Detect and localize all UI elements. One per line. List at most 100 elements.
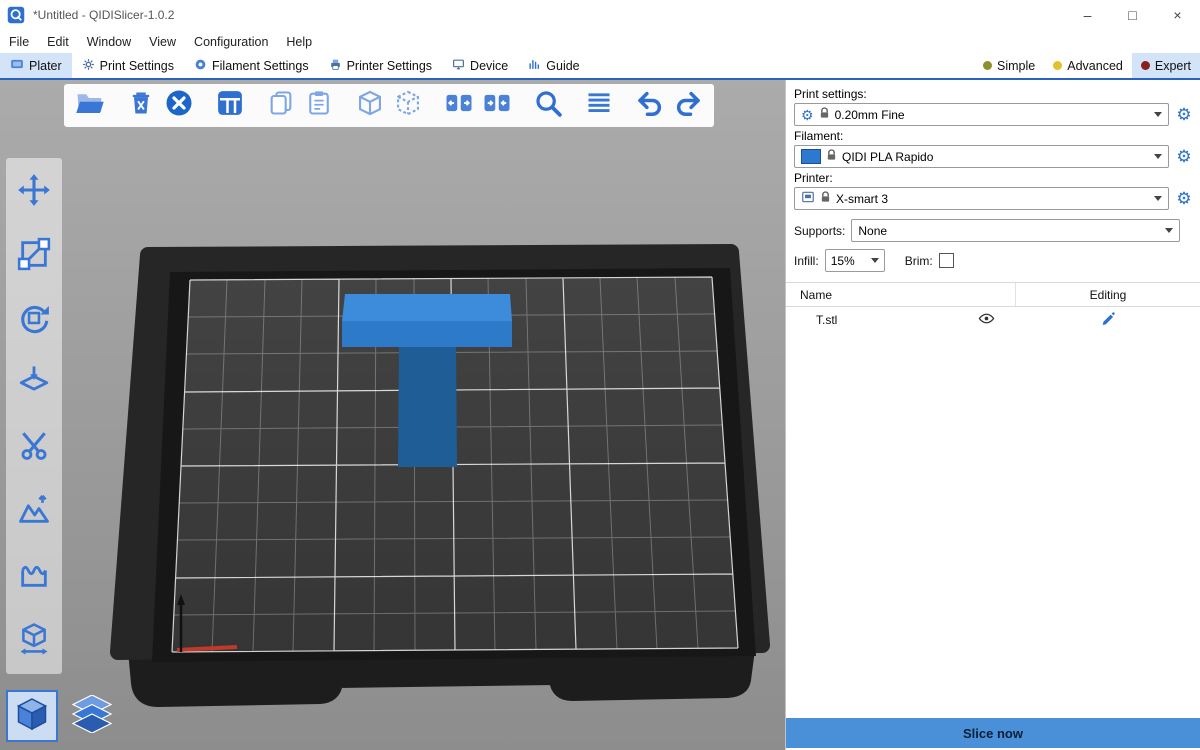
maximize-button[interactable]: □ xyxy=(1110,0,1155,30)
window-title: *Untitled - QIDISlicer-1.0.2 xyxy=(33,8,174,22)
paste-button[interactable] xyxy=(300,87,338,125)
split-objects-button[interactable] xyxy=(440,87,478,125)
slice-now-button[interactable]: Slice now xyxy=(786,718,1200,748)
infill-label: Infill: xyxy=(794,254,819,268)
paint-supports-button[interactable] xyxy=(12,490,56,534)
minimize-button[interactable]: – xyxy=(1065,0,1110,30)
visibility-toggle[interactable] xyxy=(956,310,1016,330)
guide-icon xyxy=(528,58,541,74)
undo-icon xyxy=(635,88,665,123)
fuzzy-skin-button[interactable] xyxy=(12,554,56,598)
printer-value: X-smart 3 xyxy=(836,192,888,206)
delete-icon xyxy=(127,89,155,122)
measure-icon xyxy=(17,621,51,660)
scale-button[interactable] xyxy=(12,234,56,278)
mode-simple[interactable]: Simple xyxy=(974,53,1044,78)
close-button[interactable]: × xyxy=(1155,0,1200,30)
brim-checkbox[interactable] xyxy=(939,253,954,268)
mode-advanced[interactable]: Advanced xyxy=(1044,53,1132,78)
filament-gear-button[interactable]: ⚙ xyxy=(1174,146,1194,168)
arrange-icon xyxy=(215,88,245,123)
simple-mode-dot-icon xyxy=(983,61,992,70)
mode-expert[interactable]: Expert xyxy=(1132,53,1200,78)
menu-edit[interactable]: Edit xyxy=(38,35,78,49)
search-button[interactable] xyxy=(529,87,567,125)
tab-filament-settings[interactable]: Filament Settings xyxy=(184,53,319,78)
tab-guide[interactable]: Guide xyxy=(518,53,589,78)
infill-value: 15% xyxy=(831,254,855,268)
printer-settings-icon xyxy=(329,58,342,74)
chevron-down-icon xyxy=(1154,196,1162,201)
variable-layer-height-icon xyxy=(585,89,613,122)
filament-settings-icon xyxy=(194,58,207,74)
preview-layers-view-button[interactable] xyxy=(66,690,118,742)
arrange-button[interactable] xyxy=(211,87,249,125)
menu-view[interactable]: View xyxy=(140,35,185,49)
chevron-down-icon xyxy=(871,258,879,263)
place-on-face-button[interactable] xyxy=(12,362,56,406)
open-folder-icon xyxy=(75,88,105,123)
measure-button[interactable] xyxy=(12,618,56,662)
editor-3d-view-button[interactable] xyxy=(6,690,58,742)
printer-gear-button[interactable]: ⚙ xyxy=(1174,188,1194,210)
infill-combo[interactable]: 15% xyxy=(825,249,885,272)
split-parts-icon xyxy=(482,88,512,123)
advanced-mode-dot-icon xyxy=(1053,61,1062,70)
plater-icon xyxy=(10,57,24,74)
printer-combo[interactable]: X-smart 3 xyxy=(794,187,1169,210)
delete-all-button[interactable] xyxy=(160,87,198,125)
menu-file[interactable]: File xyxy=(0,35,38,49)
lock-icon xyxy=(820,191,831,206)
editing-button[interactable] xyxy=(1016,311,1200,330)
remove-instance-button[interactable] xyxy=(389,87,427,125)
printer-icon xyxy=(801,190,815,207)
cut-icon xyxy=(17,429,51,468)
column-name: Name xyxy=(786,283,1016,306)
menu-window[interactable]: Window xyxy=(78,35,140,49)
menu-help[interactable]: Help xyxy=(277,35,321,49)
filament-combo[interactable]: QIDI PLA Rapido xyxy=(794,145,1169,168)
tab-device[interactable]: Device xyxy=(442,53,518,78)
delete-all-icon xyxy=(164,88,194,123)
cut-button[interactable] xyxy=(12,426,56,470)
remove-instance-icon xyxy=(394,89,422,122)
chevron-down-icon xyxy=(1154,112,1162,117)
delete-button[interactable] xyxy=(122,87,160,125)
copy-icon xyxy=(267,89,295,122)
print-settings-value: 0.20mm Fine xyxy=(835,108,905,122)
3d-scene[interactable] xyxy=(0,80,785,750)
undo-button[interactable] xyxy=(631,87,669,125)
print-settings-combo[interactable]: ⚙ 0.20mm Fine xyxy=(794,103,1169,126)
object-name: T.stl xyxy=(786,313,956,327)
print-profile-gear-icon: ⚙ xyxy=(801,108,814,122)
preview-layers-view-icon xyxy=(71,695,113,738)
brim-label: Brim: xyxy=(905,254,933,268)
object-list-header: Name Editing xyxy=(786,283,1200,307)
title-bar: *Untitled - QIDISlicer-1.0.2 – □ × xyxy=(0,0,1200,30)
object-row-t-stl[interactable]: T.stl xyxy=(786,307,1200,333)
add-instance-button[interactable] xyxy=(351,87,389,125)
copy-button[interactable] xyxy=(262,87,300,125)
add-instance-icon xyxy=(356,89,384,122)
rotate-icon xyxy=(17,301,51,340)
redo-button[interactable] xyxy=(669,87,707,125)
variable-layer-height-button[interactable] xyxy=(580,87,618,125)
3d-viewport[interactable] xyxy=(0,80,785,750)
search-icon xyxy=(533,88,563,123)
print-settings-gear-button[interactable]: ⚙ xyxy=(1174,104,1194,126)
tab-plater[interactable]: Plater xyxy=(0,53,72,78)
open-file-button[interactable] xyxy=(71,87,109,125)
rotate-button[interactable] xyxy=(12,298,56,342)
tab-print-settings[interactable]: Print Settings xyxy=(72,53,184,78)
split-objects-icon xyxy=(444,88,474,123)
tab-printer-settings[interactable]: Printer Settings xyxy=(319,53,442,78)
app-logo-icon xyxy=(7,6,25,24)
column-editing: Editing xyxy=(1016,283,1200,306)
fuzzy-skin-icon xyxy=(17,557,51,596)
move-button[interactable] xyxy=(12,170,56,214)
menu-configuration[interactable]: Configuration xyxy=(185,35,277,49)
qidislicer-window: *Untitled - QIDISlicer-1.0.2 – □ × File … xyxy=(0,0,1200,750)
split-parts-button[interactable] xyxy=(478,87,516,125)
supports-combo[interactable]: None xyxy=(851,219,1180,242)
redo-icon xyxy=(673,88,703,123)
